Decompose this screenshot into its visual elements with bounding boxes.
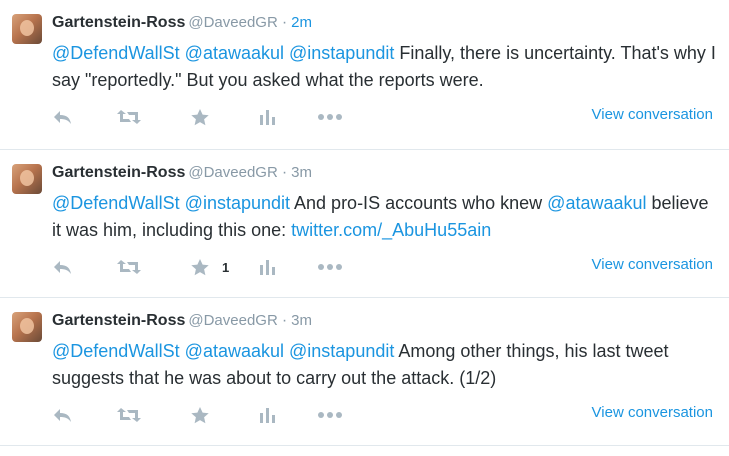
reply-icon[interactable] <box>52 404 74 426</box>
tweet-header: Gartenstein-Ross @DaveedGR · 2m <box>52 14 312 32</box>
retweet-icon[interactable] <box>116 256 142 278</box>
reply-icon[interactable] <box>52 256 74 278</box>
mention-link[interactable]: @DefendWallSt <box>52 43 180 63</box>
more-dots-icon[interactable] <box>317 256 343 278</box>
avatar[interactable] <box>12 164 42 194</box>
timestamp[interactable]: 3m <box>291 312 312 329</box>
separator-dot: · <box>281 14 288 31</box>
view-conversation-link[interactable]: View conversation <box>592 106 713 123</box>
retweet-icon[interactable] <box>116 404 142 426</box>
view-conversation-link[interactable]: View conversation <box>592 404 713 421</box>
username[interactable]: @DaveedGR <box>188 14 277 31</box>
fullname[interactable]: Gartenstein-Ross <box>52 312 185 329</box>
tweet[interactable]: Gartenstein-Ross @DaveedGR · 3m @DefendWall… <box>0 298 729 446</box>
favorite-button[interactable]: 1 <box>190 256 229 278</box>
bar-chart-icon[interactable] <box>258 256 276 278</box>
tweet-text: @DefendWallSt @atawaakul @instapundit Am… <box>52 338 722 392</box>
fullname[interactable]: Gartenstein-Ross <box>52 14 185 31</box>
tweet-header: Gartenstein-Ross @DaveedGR · 3m <box>52 312 312 330</box>
favorite-button[interactable] <box>190 404 222 426</box>
more-dots-icon[interactable] <box>317 106 343 128</box>
view-conversation-link[interactable]: View conversation <box>592 256 713 273</box>
mention-link[interactable]: @atawaakul <box>547 193 646 213</box>
star-icon <box>190 258 210 276</box>
retweet-icon[interactable] <box>116 106 142 128</box>
tweet[interactable]: Gartenstein-Ross @DaveedGR · 3m @DefendWall… <box>0 150 729 298</box>
tweet-text: @DefendWallSt @instapundit And pro-IS ac… <box>52 190 722 244</box>
username[interactable]: @DaveedGR <box>188 164 277 181</box>
mention-link[interactable]: @DefendWallSt <box>52 193 180 213</box>
mention-link[interactable]: @instapundit <box>289 341 394 361</box>
avatar[interactable] <box>12 312 42 342</box>
favorite-count: 1 <box>222 259 230 275</box>
separator-dot: · <box>281 164 288 181</box>
more-dots-icon[interactable] <box>317 404 343 426</box>
fullname[interactable]: Gartenstein-Ross <box>52 164 185 181</box>
url-link[interactable]: twitter.com/_AbuHu55ain <box>291 220 491 240</box>
avatar[interactable] <box>12 14 42 44</box>
mention-link[interactable]: @DefendWallSt <box>52 341 180 361</box>
favorite-button[interactable] <box>190 106 222 128</box>
reply-icon[interactable] <box>52 106 74 128</box>
tweet-text: @DefendWallSt @atawaakul @instapundit Fi… <box>52 40 722 94</box>
timestamp[interactable]: 3m <box>291 164 312 181</box>
mention-link[interactable]: @atawaakul <box>185 341 284 361</box>
mention-link[interactable]: @instapundit <box>289 43 394 63</box>
tweet-text-segment: And pro-IS accounts who knew <box>290 193 548 213</box>
bar-chart-icon[interactable] <box>258 404 276 426</box>
timeline: Gartenstein-Ross @DaveedGR · 2m @DefendWall… <box>0 0 729 446</box>
tweet[interactable]: Gartenstein-Ross @DaveedGR · 2m @DefendWall… <box>0 0 729 150</box>
star-icon <box>190 108 210 126</box>
star-icon <box>190 406 210 424</box>
username[interactable]: @DaveedGR <box>188 312 277 329</box>
mention-link[interactable]: @instapundit <box>185 193 290 213</box>
bar-chart-icon[interactable] <box>258 106 276 128</box>
mention-link[interactable]: @atawaakul <box>185 43 284 63</box>
tweet-header: Gartenstein-Ross @DaveedGR · 3m <box>52 164 312 182</box>
timestamp[interactable]: 2m <box>291 14 312 31</box>
separator-dot: · <box>281 312 288 329</box>
